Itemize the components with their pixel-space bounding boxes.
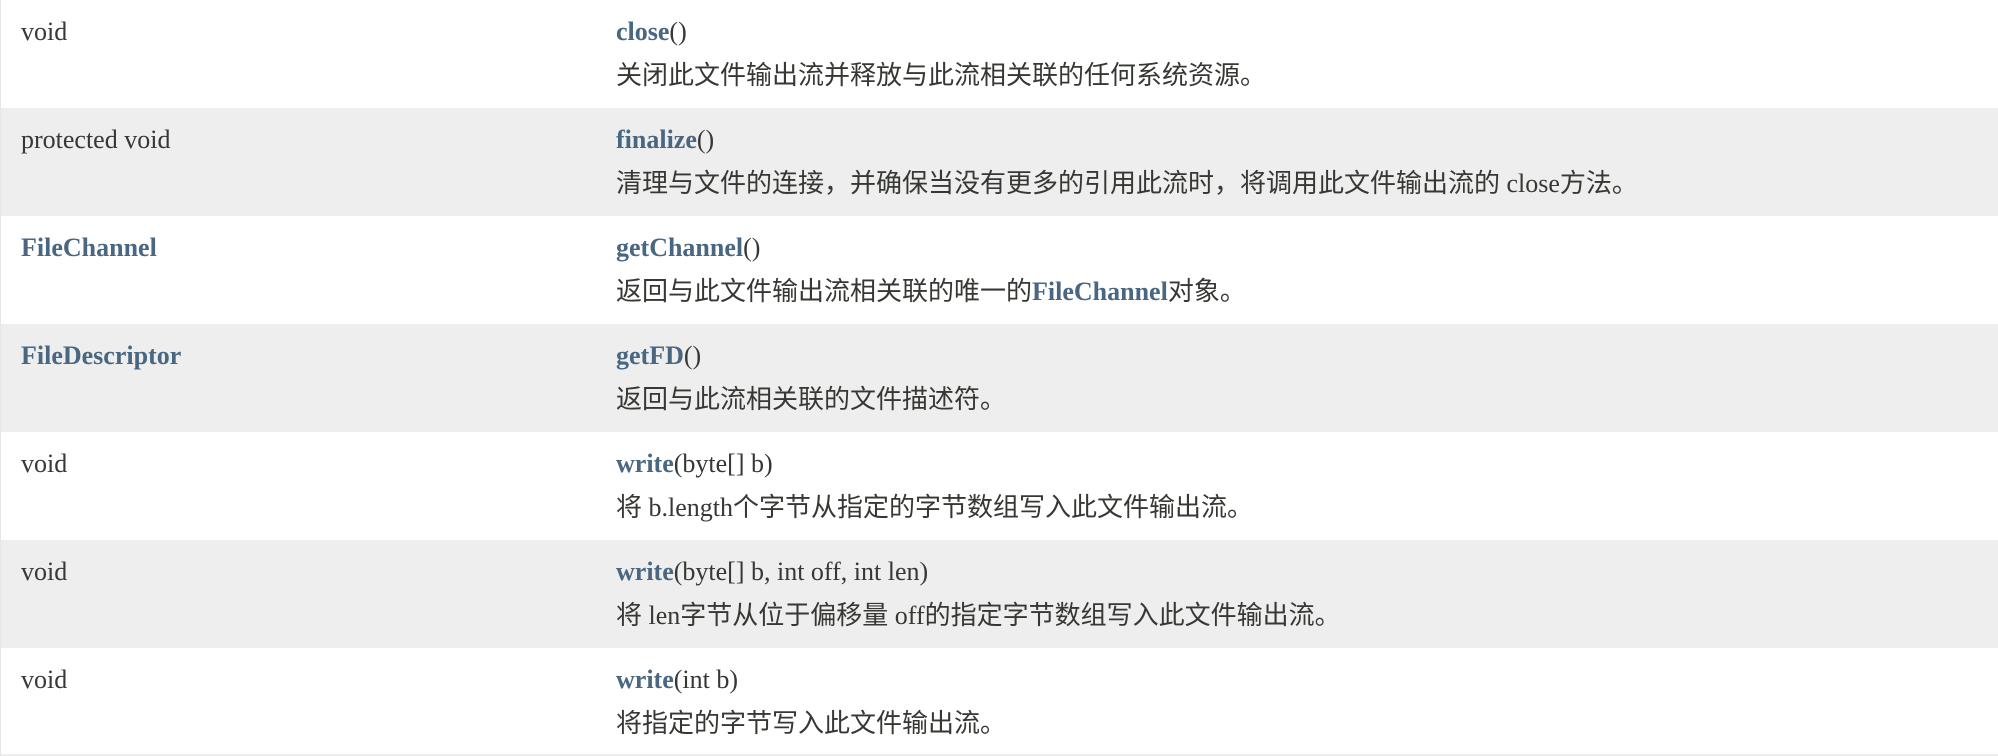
method-summary-table: void close() 关闭此文件输出流并释放与此流相关联的任何系统资源。 p… xyxy=(0,0,1998,756)
method-description: 将指定的字节写入此文件输出流。 xyxy=(616,709,1007,738)
modifier-type: void xyxy=(21,17,68,46)
method-signature: getChannel() xyxy=(616,233,760,263)
method-params: (byte[] b) xyxy=(673,449,773,478)
type-link-filechannel[interactable]: FileChannel xyxy=(21,233,157,263)
type-link-filedescriptor[interactable]: FileDescriptor xyxy=(21,341,181,371)
method-signature: write(byte[] b, int off, int len) xyxy=(616,557,928,587)
method-link-getfd[interactable]: getFD xyxy=(616,341,684,370)
table-row: FileDescriptor getFD() 返回与此流相关联的文件描述符。 xyxy=(1,324,1998,432)
method-description: 清理与文件的连接，并确保当没有更多的引用此流时，将调用此文件输出流的 close… xyxy=(616,169,1638,198)
inline-type-link-filechannel[interactable]: FileChannel xyxy=(1032,277,1168,306)
method-params: (byte[] b, int off, int len) xyxy=(673,557,929,586)
method-params: () xyxy=(683,341,702,370)
method-link-finalize[interactable]: finalize xyxy=(616,125,697,154)
modifier-type: protected void xyxy=(21,125,171,154)
method-signature: close() xyxy=(616,17,687,47)
modifier-type: void xyxy=(21,557,68,586)
table-row: FileChannel getChannel() 返回与此文件输出流相关联的唯一… xyxy=(1,216,1998,324)
method-signature: finalize() xyxy=(616,125,714,155)
method-link-write[interactable]: write xyxy=(616,449,674,478)
method-params: () xyxy=(669,17,687,46)
method-description: 关闭此文件输出流并释放与此流相关联的任何系统资源。 xyxy=(616,61,1267,90)
table-row: void write(byte[] b, int off, int len) 将… xyxy=(1,540,1998,648)
method-signature: getFD() xyxy=(616,341,701,371)
method-link-getchannel[interactable]: getChannel xyxy=(616,233,743,262)
table-row: void write(byte[] b) 将 b.length个字节从指定的字节… xyxy=(1,432,1998,540)
table-row: void close() 关闭此文件输出流并释放与此流相关联的任何系统资源。 xyxy=(1,0,1998,108)
method-params: (int b) xyxy=(673,665,739,694)
method-description: 将 len字节从位于偏移量 off的指定字节数组写入此文件输出流。 xyxy=(616,601,1341,630)
method-params: () xyxy=(696,125,715,154)
description-text: 对象。 xyxy=(1167,277,1246,306)
modifier-type: void xyxy=(21,449,68,478)
method-description: 返回与此流相关联的文件描述符。 xyxy=(616,385,1007,414)
method-link-write[interactable]: write xyxy=(616,557,674,586)
table-row: void write(int b) 将指定的字节写入此文件输出流。 xyxy=(1,648,1998,756)
table-row: protected void finalize() 清理与文件的连接，并确保当没… xyxy=(1,108,1998,216)
method-description: 返回与此文件输出流相关联的唯一的FileChannel对象。 xyxy=(616,277,1246,307)
method-link-write[interactable]: write xyxy=(616,665,674,694)
method-signature: write(int b) xyxy=(616,665,738,695)
method-link-close[interactable]: close xyxy=(616,17,669,46)
method-description: 将 b.length个字节从指定的字节数组写入此文件输出流。 xyxy=(616,493,1253,522)
method-signature: write(byte[] b) xyxy=(616,449,773,479)
modifier-type: void xyxy=(21,665,68,694)
description-text: 返回与此文件输出流相关联的唯一的 xyxy=(616,277,1033,306)
method-params: () xyxy=(743,233,761,262)
